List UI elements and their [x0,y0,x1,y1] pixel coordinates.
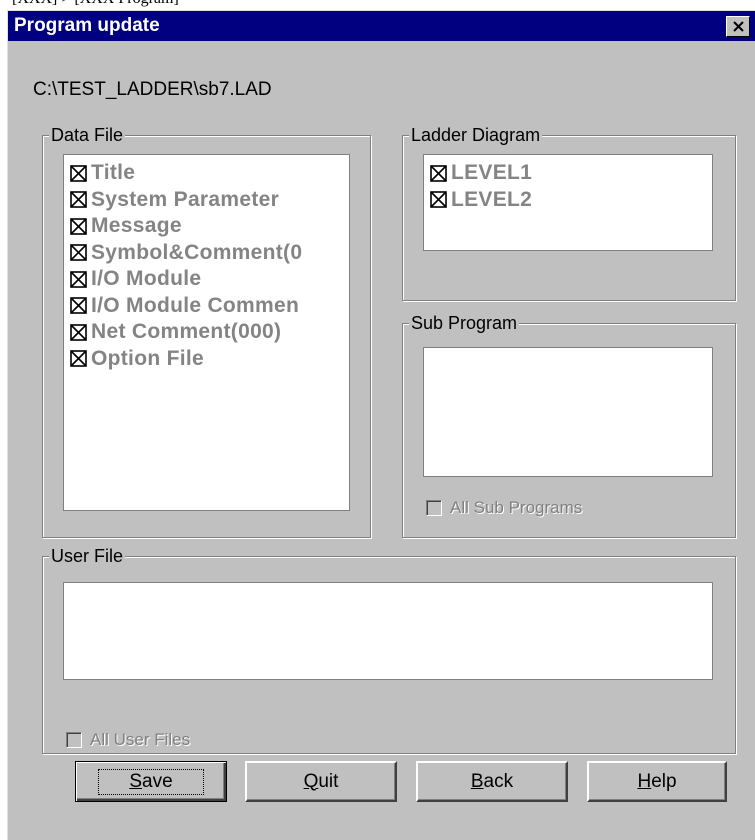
checked-box-icon [70,297,87,315]
help-button[interactable]: Help [587,761,727,802]
list-item-label: LEVEL1 [451,161,533,185]
all-sub-programs-label: All Sub Programs [450,498,583,517]
sub-program-label: Sub Program [409,312,520,334]
list-item[interactable]: Symbol&Comment(0 [70,240,349,267]
data-file-label: Data File [49,124,126,146]
list-item-label: Title [91,161,136,185]
list-item[interactable]: System Parameter [70,187,349,214]
background-window-strip: [XXX] > [XXX Program] [0,0,755,10]
list-item[interactable]: Message [70,213,349,240]
list-item[interactable]: Net Comment(000) [70,319,349,346]
user-file-label: User File [49,545,126,567]
checked-box-icon [70,323,87,341]
user-file-group: User File All User Files [42,545,736,754]
save-button[interactable]: Save [75,761,227,802]
list-item[interactable]: Option File [70,346,349,373]
ladder-diagram-group: Ladder Diagram LEVEL1 LEVEL2 [402,124,736,301]
checked-box-icon [70,217,87,235]
list-item[interactable]: LEVEL2 [430,187,712,214]
list-item-label: I/O Module Commen [91,293,300,317]
close-button[interactable] [726,16,750,37]
list-item-label: Symbol&Comment(0 [91,240,303,264]
help-button-label: Help [637,770,677,792]
program-update-dialog: Program update C:\TEST_LADDER\sb7.LAD Da… [7,10,755,840]
all-user-files-label: All User Files [90,730,191,749]
data-file-list[interactable]: Title System Parameter Message Symbol&Comme… [63,154,350,511]
ladder-diagram-label: Ladder Diagram [409,124,543,146]
list-item-label: Message [91,214,182,238]
list-item-label: Option File [91,346,204,370]
ladder-diagram-list[interactable]: LEVEL1 LEVEL2 [423,154,713,251]
sub-program-list[interactable] [423,347,713,477]
all-user-files-checkbox[interactable] [66,732,82,748]
all-sub-programs-checkbox[interactable] [426,500,442,516]
checked-box-icon [70,164,87,182]
all-user-files-option[interactable]: All User Files [66,730,190,750]
checked-box-icon [70,191,87,209]
save-button-label: Save [98,768,204,795]
user-file-list[interactable] [63,582,713,680]
checked-box-icon [70,244,87,262]
close-icon [732,21,744,32]
list-item[interactable]: Title [70,160,349,187]
back-button[interactable]: Back [416,761,568,802]
checked-box-icon [430,164,447,182]
list-item[interactable]: I/O Module [70,266,349,293]
title-bar[interactable]: Program update [8,11,755,41]
checked-box-icon [70,350,87,368]
list-item-label: I/O Module [91,267,202,291]
list-item[interactable]: LEVEL1 [430,160,712,187]
list-item-label: LEVEL2 [451,187,533,211]
data-file-group: Data File Title System Parameter Message Sy… [42,124,371,538]
list-item-label: System Parameter [91,187,280,211]
file-path: C:\TEST_LADDER\sb7.LAD [33,79,272,100]
all-sub-programs-option[interactable]: All Sub Programs [426,498,582,518]
sub-program-group: Sub Program All Sub Programs [402,312,736,538]
list-item-label: Net Comment(000) [91,320,282,344]
checked-box-icon [430,191,447,209]
checked-box-icon [70,270,87,288]
quit-button[interactable]: Quit [245,761,397,802]
quit-button-label: Quit [303,770,339,792]
dialog-title: Program update [14,15,160,36]
back-button-label: Back [470,770,514,792]
list-item[interactable]: I/O Module Commen [70,293,349,320]
